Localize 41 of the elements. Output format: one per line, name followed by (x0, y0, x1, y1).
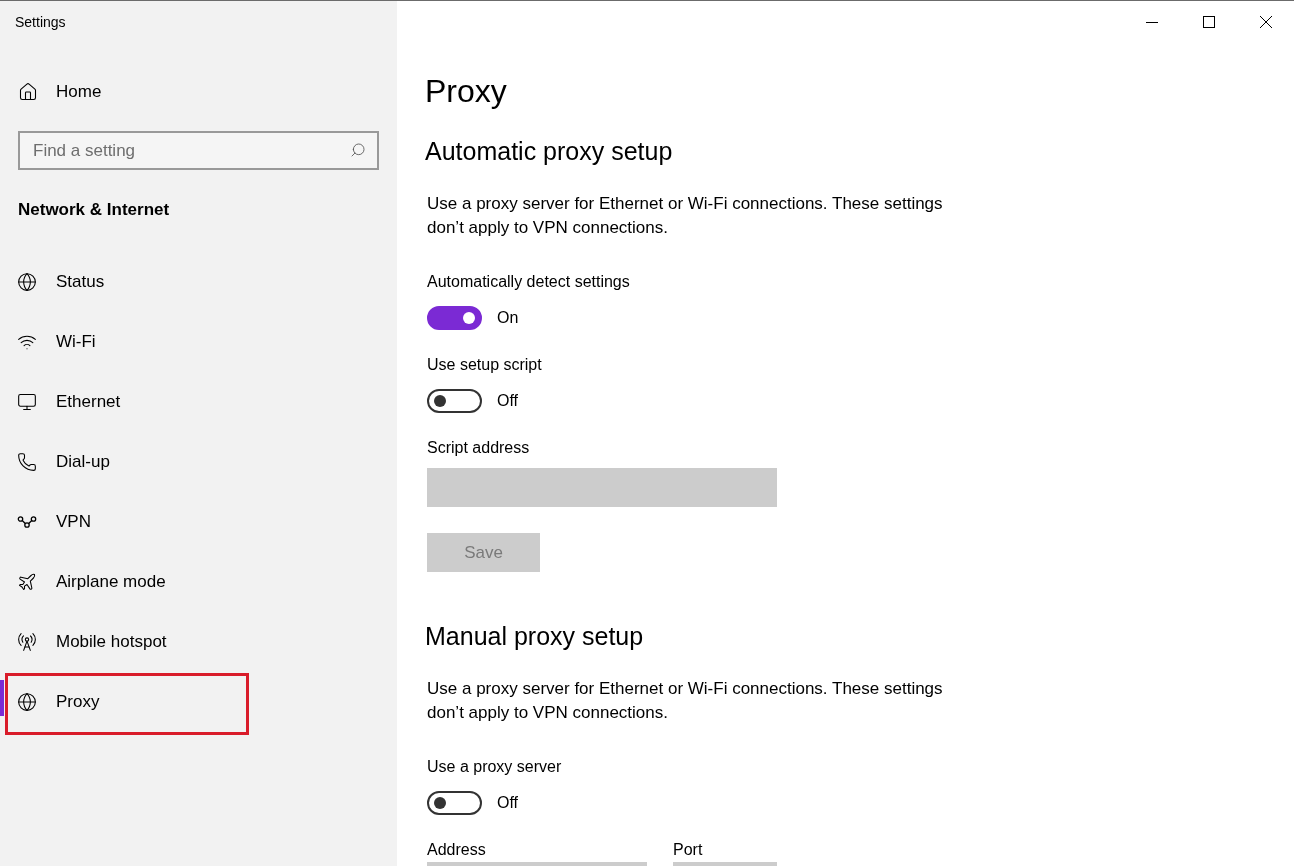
minimize-icon (1145, 21, 1158, 23)
sidebar-item[interactable]: Status (0, 252, 397, 312)
sidebar-item[interactable]: VPN (0, 492, 397, 552)
airplane-icon (17, 572, 37, 592)
toggle-switch[interactable] (427, 791, 482, 815)
field-label: Port (673, 840, 703, 860)
window-title: Settings (15, 13, 66, 32)
toggle-switch[interactable] (427, 306, 482, 330)
search-field[interactable]: Find a setting (18, 131, 379, 170)
sidebar-item[interactable]: Airplane mode (0, 552, 397, 612)
setting-label: Use setup script (427, 355, 542, 375)
section-heading: Automatic proxy setup (425, 136, 673, 167)
close-icon (1259, 16, 1272, 28)
globe-icon (17, 692, 37, 712)
antenna-icon (17, 632, 37, 652)
sidebar-item[interactable]: Mobile hotspot (0, 612, 397, 672)
setting-label: Use a proxy server (427, 757, 562, 777)
field-label: Script address (427, 438, 530, 458)
section-description: Use a proxy server for Ethernet or Wi-Fi connections. These settings don’t apply to VPN connections. (426, 193, 944, 239)
field-label: Address (427, 840, 486, 860)
home-link[interactable]: Home (0, 68, 112, 116)
search-icon (350, 142, 366, 158)
toggle-state-text: Off (497, 793, 519, 813)
section-heading: Manual proxy setup (425, 621, 644, 652)
home-icon (18, 82, 38, 102)
phone-icon (17, 452, 37, 472)
setting-label: Automatically detect settings (427, 272, 630, 292)
sidebar-item[interactable]: Dial-up (0, 432, 397, 492)
toggle-switch[interactable] (427, 389, 482, 413)
sidebar-item[interactable]: Wi-Fi (0, 312, 397, 372)
section-description: Use a proxy server for Ethernet or Wi-Fi connections. These settings don’t apply to VPN connections. (426, 678, 944, 724)
sidebar-item[interactable]: Proxy (0, 672, 397, 732)
sidebar-item[interactable]: Ethernet (0, 372, 397, 432)
linked-circles-icon (17, 516, 37, 528)
globe-icon (17, 272, 37, 292)
section-title: Network & Internet (18, 199, 170, 222)
monitor-icon (17, 392, 37, 412)
toggle-state-text: Off (497, 391, 519, 411)
page-title: Proxy (425, 72, 507, 111)
maximize-icon (1202, 16, 1215, 28)
toggle-state-text: On (497, 308, 519, 328)
